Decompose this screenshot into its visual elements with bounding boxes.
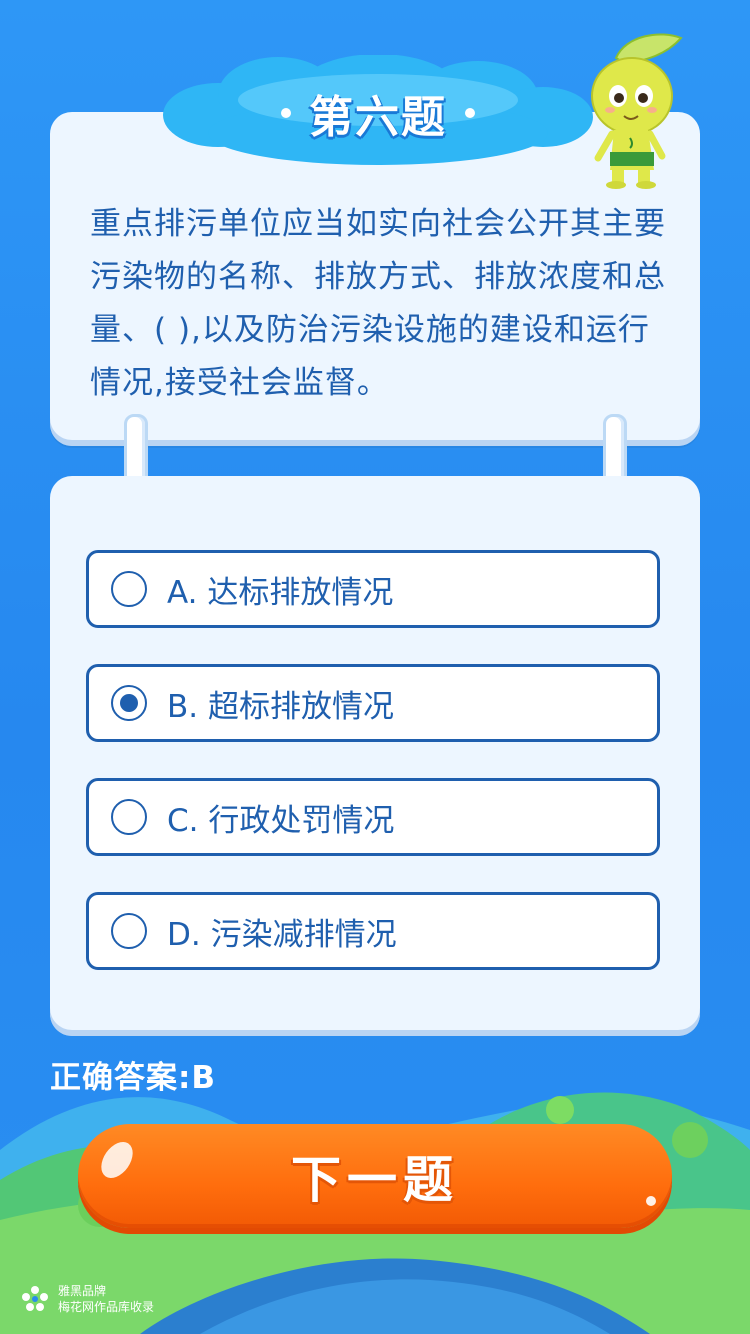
question-text: 重点排污单位应当如实向社会公开其主要污染物的名称、排放方式、排放浓度和总量、( … bbox=[90, 206, 666, 401]
radio-icon[interactable] bbox=[111, 913, 147, 949]
option-a[interactable]: A. 达标排放情况 bbox=[86, 550, 660, 628]
brand-line2: 梅花网作品库收录 bbox=[58, 1300, 155, 1314]
button-highlight bbox=[94, 1136, 140, 1184]
correct-answer-label: 正确答案: bbox=[50, 1060, 192, 1096]
option-label: C. 行政处罚情况 bbox=[167, 802, 395, 839]
next-question-button[interactable]: 下一题 bbox=[78, 1124, 672, 1228]
title-dot-left bbox=[281, 108, 291, 118]
option-b[interactable]: B. 超标排放情况 bbox=[86, 664, 660, 742]
option-label: D. 污染减排情况 bbox=[167, 916, 397, 953]
question-title: 第六题 bbox=[228, 82, 528, 144]
brand-line1: 雅黑品牌 bbox=[58, 1284, 107, 1298]
option-c[interactable]: C. 行政处罚情况 bbox=[86, 778, 660, 856]
question-title-text: 第六题 bbox=[309, 92, 447, 143]
correct-answer-value: B bbox=[191, 1060, 216, 1096]
radio-icon[interactable] bbox=[111, 571, 147, 607]
option-label: A. 达标排放情况 bbox=[167, 574, 394, 611]
button-highlight bbox=[646, 1196, 656, 1206]
radio-icon[interactable] bbox=[111, 799, 147, 835]
title-dot-right bbox=[465, 108, 475, 118]
next-question-label: 下一题 bbox=[291, 1151, 459, 1209]
radio-checked-icon[interactable] bbox=[111, 685, 147, 721]
correct-answer: 正确答案:B bbox=[50, 1052, 215, 1097]
options-card: A. 达标排放情况 B. 超标排放情况 C. 行政处罚情况 D. 污染减排情况 bbox=[50, 476, 700, 1036]
option-label: B. 超标排放情况 bbox=[167, 688, 394, 725]
brand-watermark: 雅黑品牌 梅花网作品库收录 bbox=[20, 1283, 154, 1315]
leaf-mascot-icon bbox=[591, 33, 683, 189]
option-d[interactable]: D. 污染减排情况 bbox=[86, 892, 660, 970]
flower-logo-icon bbox=[22, 1286, 48, 1311]
